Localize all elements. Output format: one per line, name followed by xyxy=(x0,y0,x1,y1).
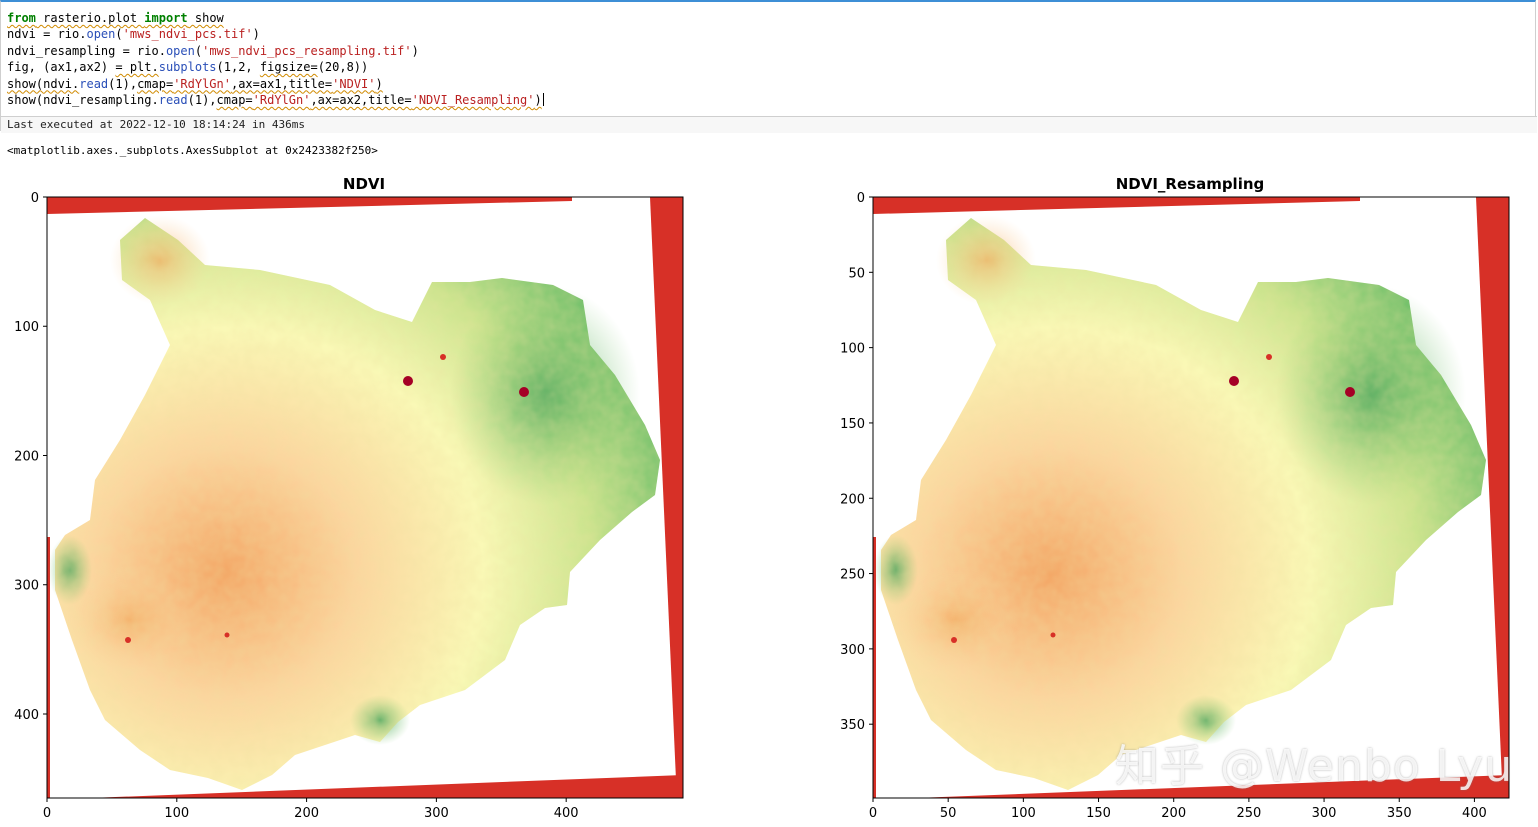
x-tick-label: 300 xyxy=(1312,806,1337,821)
code-line-5: show(ndvi.read(1),cmap='RdYlGn',ax=ax1,t… xyxy=(7,76,383,91)
y-tick-label: 100 xyxy=(840,342,865,357)
x-tick-label: 200 xyxy=(294,806,319,821)
code-cell[interactable]: from rasterio.plot import show ndvi = ri… xyxy=(0,0,1537,133)
execution-status: Last executed at 2022-12-10 18:14:24 in … xyxy=(1,116,1537,133)
x-tick-label: 350 xyxy=(1387,806,1412,821)
y-tick-label: 50 xyxy=(848,266,865,281)
low-ndvi-spot xyxy=(125,637,131,643)
low-ndvi-spot xyxy=(1266,354,1272,360)
y-tick-label: 200 xyxy=(14,449,39,464)
y-tick-label: 350 xyxy=(840,718,865,733)
text-cursor xyxy=(542,92,544,106)
x-tick-label: 400 xyxy=(554,806,579,821)
plot-title-ndvi: NDVI xyxy=(343,175,385,193)
low-ndvi-spot xyxy=(1050,632,1056,638)
raster-ndvi xyxy=(47,197,683,798)
y-tick-label: 250 xyxy=(840,568,865,583)
x-tick-label: 150 xyxy=(1086,806,1111,821)
code-line-2: ndvi = rio.open('mws_ndvi_pcs.tif') xyxy=(7,27,260,42)
y-tick-label: 150 xyxy=(840,417,865,432)
plots-figure: NDVI 0 100 200 300 400 0 100200300400 NDVI… xyxy=(14,175,1510,821)
plot-ndvi: NDVI 0 100 200 300 400 0 100200300400 xyxy=(14,175,684,821)
low-ndvi-spot xyxy=(519,387,529,397)
x-tick-label: 200 xyxy=(1161,806,1186,821)
y-tick-label: 300 xyxy=(840,643,865,658)
code-line-6: show(ndvi_resampling.read(1),cmap='RdYlG… xyxy=(7,92,544,107)
y-tick-label: 100 xyxy=(14,320,39,335)
low-ndvi-spot xyxy=(403,376,413,386)
code-line-1: from rasterio.plot import show xyxy=(7,11,224,25)
low-ndvi-spot xyxy=(440,354,446,360)
plot-title-ndvi-resampling: NDVI_Resampling xyxy=(1116,175,1265,193)
low-ndvi-spot xyxy=(951,637,957,643)
watermark: 知乎 @Wenbo Lyu xyxy=(1115,741,1514,792)
y-tick-label: 300 xyxy=(14,579,39,594)
plot-ndvi-resampling: NDVI_Resampling 0 50 100 150 200 250 300 35 xyxy=(840,175,1510,821)
y-tick-label: 0 xyxy=(31,191,39,206)
output-text: <matplotlib.axes._subplots.AxesSubplot a… xyxy=(7,144,378,157)
low-ndvi-spot xyxy=(224,632,230,638)
x-tick-label: 250 xyxy=(1236,806,1261,821)
low-ndvi-spot xyxy=(1345,387,1355,397)
x-tick-label: 100 xyxy=(164,806,189,821)
x-tick-label: 0 xyxy=(43,806,51,821)
x-tick-label: 0 xyxy=(869,806,877,821)
code-line-4: fig, (ax1,ax2) = plt.subplots(1,2, figsi… xyxy=(7,60,369,75)
low-ndvi-spot xyxy=(1229,376,1239,386)
code-line-3: ndvi_resampling = rio.open('mws_ndvi_pcs… xyxy=(7,43,419,58)
raster-ndvi-resampling xyxy=(873,197,1509,798)
y-tick-label: 200 xyxy=(840,492,865,507)
code-editor[interactable]: from rasterio.plot import show ndvi = ri… xyxy=(7,10,1527,108)
x-tick-label: 50 xyxy=(940,806,957,821)
y-tick-label: 400 xyxy=(14,708,39,723)
y-tick-label: 0 xyxy=(857,191,865,206)
x-tick-label: 400 xyxy=(1462,806,1487,821)
x-tick-label: 300 xyxy=(424,806,449,821)
x-tick-label: 100 xyxy=(1011,806,1036,821)
